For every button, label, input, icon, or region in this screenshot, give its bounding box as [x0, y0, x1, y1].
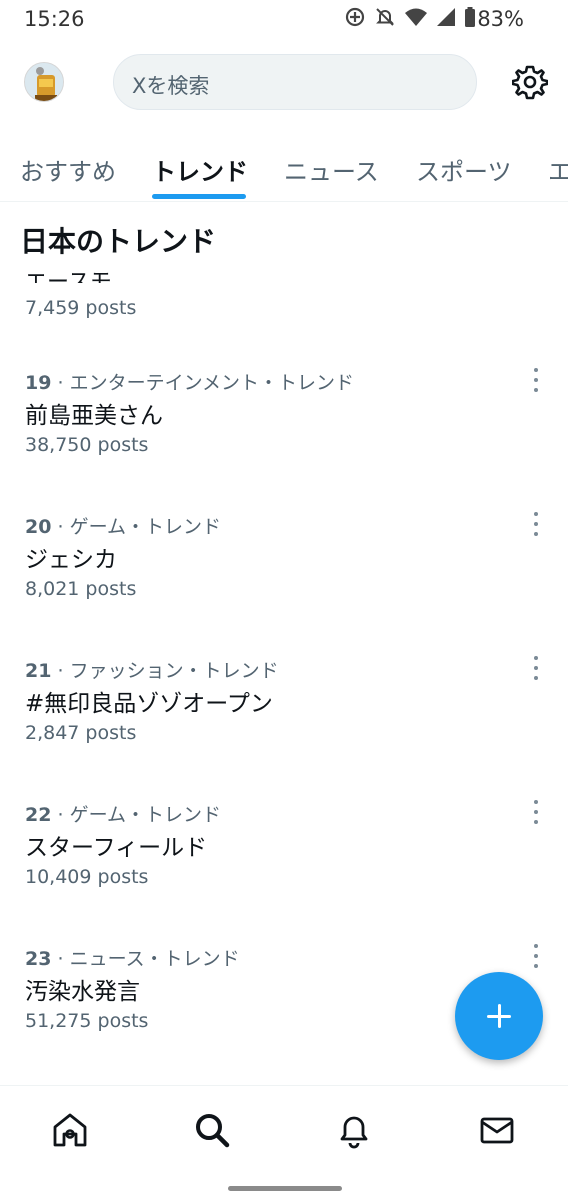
- partial-trend-name[interactable]: エースモ: [25, 263, 112, 283]
- partial-trend-posts: 7,459 posts: [25, 297, 137, 319]
- trend-posts: 8,021 posts: [25, 578, 137, 600]
- trend-rank: 19: [25, 372, 52, 394]
- more-options-icon[interactable]: [528, 656, 544, 680]
- more-options-icon[interactable]: [528, 800, 544, 824]
- trend-rank: 20: [25, 516, 52, 538]
- trend-name: 前島亜美さん: [25, 403, 163, 429]
- trend-rank: 21: [25, 660, 52, 682]
- trend-meta: 23 · ニュース・トレンド: [25, 948, 240, 970]
- status-bar: 15:26 83%: [0, 0, 568, 40]
- tab-sports[interactable]: スポーツ: [416, 152, 512, 187]
- trend-rank: 23: [25, 948, 52, 970]
- search-input[interactable]: Xを検索: [113, 54, 477, 110]
- trend-category: エンターテインメント・トレンド: [69, 372, 355, 394]
- status-time: 15:26: [24, 7, 85, 31]
- trend-name: 汚染水発言: [25, 979, 140, 1005]
- section-title: 日本のトレンド: [20, 225, 217, 258]
- bell-icon[interactable]: [334, 1110, 374, 1150]
- status-icons: [344, 6, 476, 28]
- trend-posts: 2,847 posts: [25, 722, 137, 744]
- mail-icon[interactable]: [477, 1110, 517, 1150]
- trend-item[interactable]: 22 · ゲーム・トレンド スターフィールド 10,409 posts: [0, 800, 568, 930]
- trend-posts: 51,275 posts: [25, 1010, 149, 1032]
- gesture-handle[interactable]: [228, 1186, 342, 1191]
- avatar-image: [25, 63, 63, 101]
- tab-entertainment[interactable]: エ: [548, 152, 568, 187]
- bottom-nav: [0, 1085, 568, 1199]
- trend-name: ジェシカ: [25, 547, 117, 573]
- tab-bar: おすすめ トレンド ニュース スポーツ エ: [0, 140, 568, 202]
- notifications-off-icon: [376, 8, 394, 26]
- trend-meta: 20 · ゲーム・トレンド: [25, 516, 222, 538]
- trend-meta: 19 · エンターテインメント・トレンド: [25, 372, 355, 394]
- avatar[interactable]: [24, 62, 64, 102]
- trend-name: #無印良品ゾゾオープン: [25, 691, 273, 717]
- gear-icon[interactable]: [512, 64, 548, 100]
- tab-trending[interactable]: トレンド: [152, 152, 248, 187]
- more-options-icon[interactable]: [528, 944, 544, 968]
- trend-category: ニュース・トレンド: [69, 948, 240, 970]
- trend-item[interactable]: 21 · ファッション・トレンド #無印良品ゾゾオープン 2,847 posts: [0, 656, 568, 786]
- tab-recommended[interactable]: おすすめ: [20, 152, 116, 187]
- data-saver-icon: [345, 7, 365, 27]
- trend-item[interactable]: 19 · エンターテインメント・トレンド 前島亜美さん 38,750 posts: [0, 368, 568, 498]
- trend-posts: 38,750 posts: [25, 434, 149, 456]
- trend-meta: 22 · ゲーム・トレンド: [25, 804, 222, 826]
- wifi-icon: [405, 8, 427, 26]
- header: Xを検索: [0, 44, 568, 120]
- trend-category: ゲーム・トレンド: [69, 516, 222, 538]
- tab-news[interactable]: ニュース: [284, 152, 379, 187]
- compose-button[interactable]: [455, 972, 543, 1060]
- search-placeholder: Xを検索: [132, 74, 210, 98]
- search-icon[interactable]: [192, 1110, 232, 1150]
- battery-icon: [465, 7, 475, 27]
- trend-category: ファッション・トレンド: [69, 660, 279, 682]
- trend-item[interactable]: 20 · ゲーム・トレンド ジェシカ 8,021 posts: [0, 512, 568, 642]
- trend-name: スターフィールド: [25, 835, 208, 861]
- signal-icon: [437, 8, 455, 26]
- more-options-icon[interactable]: [528, 368, 544, 392]
- trend-meta: 21 · ファッション・トレンド: [25, 660, 279, 682]
- trend-posts: 10,409 posts: [25, 866, 149, 888]
- trend-rank: 22: [25, 804, 52, 826]
- trend-category: ゲーム・トレンド: [69, 804, 222, 826]
- home-icon[interactable]: [50, 1110, 90, 1150]
- tab-indicator: [152, 194, 246, 199]
- more-options-icon[interactable]: [528, 512, 544, 536]
- battery-percent: 83%: [477, 7, 524, 31]
